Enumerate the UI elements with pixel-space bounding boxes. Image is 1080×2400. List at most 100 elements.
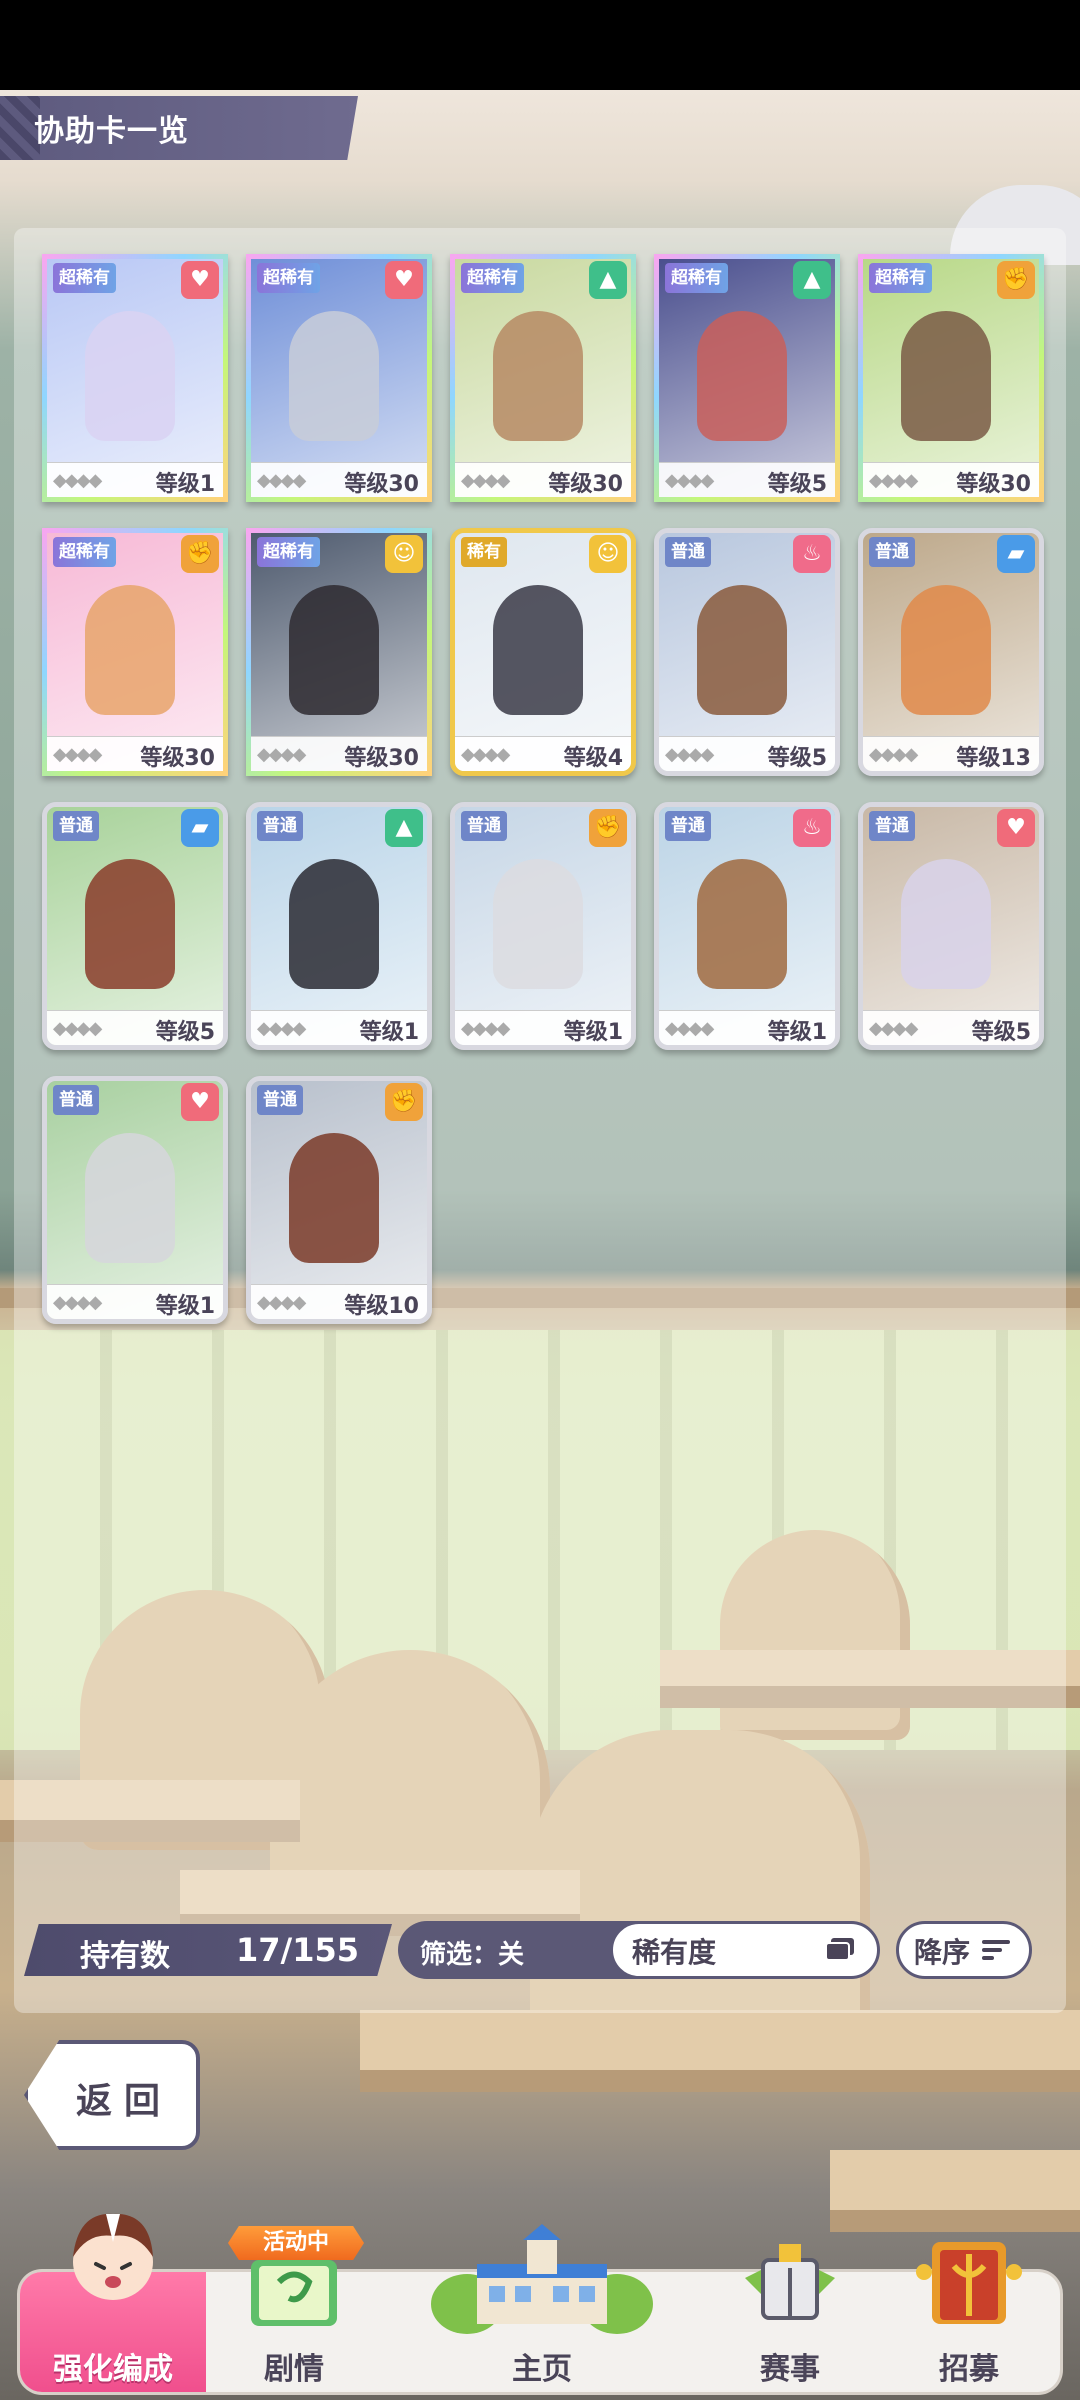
character-figure	[493, 859, 583, 989]
support-card[interactable]: 普通 ♥ ◆◆◆◆ 等级5	[858, 802, 1044, 1050]
limit-break-diamonds-icon: ◆◆◆◆	[869, 1018, 918, 1039]
race-gate-icon	[745, 2244, 835, 2320]
rarity-badge: 普通	[869, 537, 915, 567]
shoe-icon: ▰	[181, 809, 219, 847]
rarity-badge: 普通	[869, 811, 915, 841]
filter-label: 筛选：关	[420, 1940, 525, 1970]
rarity-badge: 普通	[257, 1085, 303, 1115]
support-card[interactable]: 普通 ♥ ◆◆◆◆ 等级1	[42, 1076, 228, 1324]
level-bar: ◆◆◆◆ 等级13	[863, 736, 1039, 771]
limit-break-diamonds-icon: ◆◆◆◆	[53, 1292, 102, 1313]
card-level: 等级13	[956, 746, 1031, 771]
character-figure	[697, 585, 787, 715]
level-bar: ◆◆◆◆ 等级30	[251, 736, 427, 771]
heart-icon: ♥	[385, 261, 423, 299]
card-level: 等级1	[767, 1020, 827, 1045]
level-bar: ◆◆◆◆ 等级1	[659, 1010, 835, 1045]
nav-tab-training-label: 强化编成	[53, 2352, 173, 2387]
nav-tab-gacha[interactable]: 招募	[878, 2242, 1060, 2392]
support-card[interactable]: 普通 ▲ ◆◆◆◆ 等级1	[246, 802, 432, 1050]
support-card[interactable]: 超稀有 ▲ ◆◆◆◆ 等级5	[654, 254, 840, 502]
card-level: 等级1	[359, 1020, 419, 1045]
rarity-badge: 普通	[53, 1085, 99, 1115]
level-bar: ◆◆◆◆ 等级30	[863, 462, 1039, 497]
support-card[interactable]: 超稀有 ✊ ◆◆◆◆ 等级30	[42, 528, 228, 776]
cap-icon: ▲	[385, 809, 423, 847]
support-card[interactable]: 普通 ✊ ◆◆◆◆ 等级10	[246, 1076, 432, 1324]
limit-break-diamonds-icon: ◆◆◆◆	[665, 1018, 714, 1039]
card-level: 等级5	[767, 746, 827, 771]
cards-stack-icon	[825, 1938, 854, 1961]
support-card[interactable]: 超稀有 ♥ ◆◆◆◆ 等级30	[246, 254, 432, 502]
level-bar: ◆◆◆◆ 等级30	[251, 462, 427, 497]
nav-tab-training[interactable]: 强化编成	[20, 2213, 206, 2392]
card-level: 等级5	[767, 472, 827, 497]
desk	[360, 2010, 1080, 2092]
cap-icon: ▲	[793, 261, 831, 299]
level-bar: ◆◆◆◆ 等级1	[455, 1010, 631, 1045]
support-card[interactable]: 超稀有 ▲ ◆◆◆◆ 等级30	[450, 254, 636, 502]
character-figure	[697, 859, 787, 989]
character-figure	[901, 859, 991, 989]
character-figure	[85, 585, 175, 715]
school-building-icon	[431, 2224, 653, 2334]
support-card[interactable]: 普通 ▰ ◆◆◆◆ 等级5	[42, 802, 228, 1050]
limit-break-diamonds-icon: ◆◆◆◆	[665, 744, 714, 765]
support-card[interactable]: 稀有 ☺ ◆◆◆◆ 等级4	[450, 528, 636, 776]
count-label: 持有数	[80, 1939, 170, 1974]
limit-break-diamonds-icon: ◆◆◆◆	[257, 470, 306, 491]
rarity-badge: 普通	[257, 811, 303, 841]
support-card[interactable]: 超稀有 ☺ ◆◆◆◆ 等级30	[246, 528, 432, 776]
support-card[interactable]: 超稀有 ♥ ◆◆◆◆ 等级1	[42, 254, 228, 502]
nav-tab-story[interactable]: 剧情	[206, 2260, 382, 2392]
level-bar: ◆◆◆◆ 等级5	[863, 1010, 1039, 1045]
level-bar: ◆◆◆◆ 等级5	[659, 736, 835, 771]
character-figure	[901, 585, 991, 715]
character-figure	[289, 311, 379, 441]
limit-break-diamonds-icon: ◆◆◆◆	[869, 470, 918, 491]
card-level: 等级30	[548, 472, 623, 497]
card-level: 等级30	[344, 746, 419, 771]
limit-break-diamonds-icon: ◆◆◆◆	[461, 744, 510, 765]
support-card[interactable]: 普通 ♨ ◆◆◆◆ 等级1	[654, 802, 840, 1050]
limit-break-diamonds-icon: ◆◆◆◆	[257, 1292, 306, 1313]
smile-icon: ☺	[589, 535, 627, 573]
gacha-door-icon	[916, 2242, 1022, 2324]
support-card[interactable]: 普通 ♨ ◆◆◆◆ 等级5	[654, 528, 840, 776]
level-bar: ◆◆◆◆ 等级1	[47, 462, 223, 497]
muscle-icon: ✊	[589, 809, 627, 847]
support-card[interactable]: 超稀有 ✊ ◆◆◆◆ 等级30	[858, 254, 1044, 502]
rarity-sort-label: 稀有度	[632, 1936, 717, 1969]
card-level: 等级5	[971, 1020, 1031, 1045]
support-card[interactable]: 普通 ▰ ◆◆◆◆ 等级13	[858, 528, 1044, 776]
support-card[interactable]: 普通 ✊ ◆◆◆◆ 等级1	[450, 802, 636, 1050]
limit-break-diamonds-icon: ◆◆◆◆	[257, 1018, 306, 1039]
nav-tab-race-label: 赛事	[760, 2352, 820, 2387]
character-figure	[493, 311, 583, 441]
page-title: 协助卡一览	[34, 114, 189, 149]
fire-icon: ♨	[793, 809, 831, 847]
level-bar: ◆◆◆◆ 等级10	[251, 1284, 427, 1319]
card-level: 等级30	[344, 472, 419, 497]
limit-break-diamonds-icon: ◆◆◆◆	[461, 1018, 510, 1039]
level-bar: ◆◆◆◆ 等级4	[455, 736, 631, 771]
fire-icon: ♨	[793, 535, 831, 573]
card-level: 等级30	[140, 746, 215, 771]
limit-break-diamonds-icon: ◆◆◆◆	[53, 744, 102, 765]
nav-tab-race[interactable]: 赛事	[702, 2244, 878, 2392]
nav-tab-gacha-label: 招募	[939, 2352, 999, 2387]
rarity-badge: 超稀有	[257, 537, 320, 567]
title-bar: 协助卡一览	[0, 96, 358, 160]
nav-tab-story-label: 剧情	[264, 2352, 324, 2387]
level-bar: ◆◆◆◆ 等级5	[659, 462, 835, 497]
character-figure	[85, 859, 175, 989]
rarity-badge: 超稀有	[665, 263, 728, 293]
limit-break-diamonds-icon: ◆◆◆◆	[257, 744, 306, 765]
level-bar: ◆◆◆◆ 等级5	[47, 1010, 223, 1045]
character-figure	[85, 1133, 175, 1263]
cap-icon: ▲	[589, 261, 627, 299]
limit-break-diamonds-icon: ◆◆◆◆	[461, 470, 510, 491]
nav-tab-home[interactable]: 主页	[382, 2224, 702, 2392]
event-badge: 活动中	[228, 2226, 364, 2260]
limit-break-diamonds-icon: ◆◆◆◆	[53, 1018, 102, 1039]
